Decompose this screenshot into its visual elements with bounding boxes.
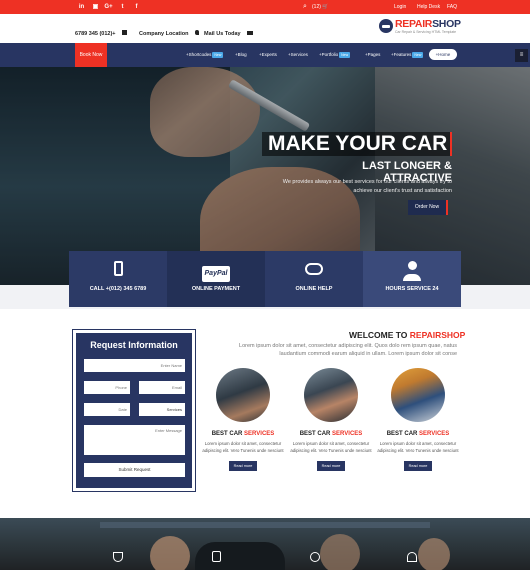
book-now-button[interactable]: Book Now — [75, 43, 107, 67]
phone-icon — [121, 30, 127, 35]
phone-field[interactable]: Phone — [84, 381, 130, 394]
car-logo-icon — [379, 19, 393, 33]
hero-description: We provides always our best services for… — [282, 179, 452, 194]
nav-item-experts[interactable]: +Experts — [259, 43, 277, 67]
services-select[interactable]: Services — [139, 403, 185, 416]
search-icon[interactable]: ⌕ — [303, 0, 307, 14]
logo-text-shop: SHOP — [432, 18, 461, 30]
read-more-button[interactable]: Read more — [403, 461, 433, 471]
nav-label: +Shortcodes — [186, 52, 212, 57]
user-icon — [363, 261, 461, 301]
feature-payment-label: ONLINE PAYMENT — [191, 286, 241, 292]
feature-hours: HOURS SERVICE 24 — [363, 251, 461, 307]
nav-item-services[interactable]: +Services — [288, 43, 308, 67]
service-description: Lorem ipsum dolor sit amet, consectetur … — [377, 441, 459, 453]
service-image — [391, 368, 445, 422]
email-field[interactable]: Email — [139, 381, 185, 394]
feature-help-label: ONLINE HELP — [295, 286, 333, 292]
date-field[interactable]: Date — [84, 403, 130, 416]
facebook-icon[interactable]: f — [132, 2, 141, 12]
welcome-text: Lorem ipsum dolor sit amet, consectetur … — [239, 343, 457, 357]
new-badge: New — [412, 51, 424, 58]
help-desk-link[interactable]: Help Desk — [417, 0, 440, 14]
service-title: BEST CAR SERVICES — [299, 431, 363, 437]
chat-icon — [265, 261, 363, 281]
faq-link[interactable]: FAQ — [447, 0, 457, 14]
hero-title: MAKE YOUR CAR — [262, 132, 452, 156]
feature-help: ONLINE HELP — [265, 251, 363, 307]
nav-item-features[interactable]: +Features New — [391, 43, 424, 67]
login-link[interactable]: Login — [394, 0, 406, 14]
google-plus-icon[interactable]: G+ — [104, 2, 113, 12]
service-image — [304, 368, 358, 422]
logo-text-repair: REPAIR — [395, 18, 433, 30]
service-title: BEST CAR SERVICES — [211, 431, 275, 437]
nav-item-pages[interactable]: +Pages — [365, 43, 380, 67]
nav-item-blog[interactable]: +Blog — [235, 43, 247, 67]
nav-item-shortcodes[interactable]: +Shortcodes New — [186, 43, 224, 67]
bottom-section — [0, 518, 530, 570]
new-badge: New — [339, 51, 351, 58]
thumbs-up-icon — [212, 551, 221, 562]
linkedin-icon[interactable]: in — [77, 2, 86, 12]
feature-payment: PayPal ONLINE PAYMENT — [167, 251, 265, 307]
car-icon — [407, 552, 417, 562]
feature-call-label: CALL +(012) 345 6789 — [89, 286, 147, 292]
service-card: BEST CAR SERVICES Lorem ipsum dolor sit … — [202, 368, 284, 472]
paypal-icon: PayPal — [167, 261, 265, 282]
read-more-button[interactable]: Read more — [316, 461, 346, 471]
trophy-icon — [113, 552, 123, 562]
nav-label: +Portfolio — [319, 52, 339, 57]
mobile-icon — [69, 261, 167, 282]
feature-hours-label: HOURS SERVICE 24 — [385, 286, 439, 292]
menu-icon[interactable]: ≡ — [515, 49, 528, 62]
envelope-icon — [247, 31, 254, 35]
nav-label: +Features — [391, 52, 412, 57]
service-image — [216, 368, 270, 422]
contact-location-title: Company Location — [139, 31, 189, 37]
service-title: BEST CAR SERVICES — [386, 431, 450, 437]
twitter-icon[interactable]: t — [118, 2, 127, 12]
service-description: Lorem ipsum dolor sit amet, consectetur … — [202, 441, 284, 453]
nav-item-home[interactable]: +Home — [429, 49, 457, 60]
order-now-button[interactable]: Order Now — [408, 200, 448, 215]
logo-tagline: Car Repair & Servicing HTML Template — [395, 30, 457, 34]
welcome-title: WELCOME TO REPAIRSHOP — [349, 330, 466, 340]
instagram-icon[interactable]: ▣ — [91, 2, 100, 12]
service-card: BEST CAR SERVICES Lorem ipsum dolor sit … — [377, 368, 459, 472]
map-marker-icon — [194, 30, 199, 35]
logo[interactable]: REPAIRSHOP — [395, 18, 461, 30]
service-description: Lorem ipsum dolor sit amet, consectetur … — [290, 441, 372, 453]
nav-item-portfolio[interactable]: +Portfolio New — [319, 43, 351, 67]
request-form-title: Request Information — [90, 340, 178, 350]
service-card: BEST CAR SERVICES Lorem ipsum dolor sit … — [290, 368, 372, 472]
name-field[interactable]: Enter Name — [84, 359, 185, 372]
submit-request-button[interactable]: Submit Request — [84, 463, 185, 477]
feature-call: CALL +(012) 345 6789 — [69, 251, 167, 307]
users-icon — [310, 552, 320, 562]
message-textarea[interactable]: Enter Message — [84, 425, 185, 455]
contact-phone-number: 6789 345 (012)+ — [75, 31, 116, 37]
contact-mail-title: Mail Us Today — [204, 31, 241, 37]
new-badge: New — [212, 51, 224, 58]
cart-link[interactable]: (12) 🛒 — [312, 0, 329, 14]
read-more-button[interactable]: Read more — [228, 461, 258, 471]
